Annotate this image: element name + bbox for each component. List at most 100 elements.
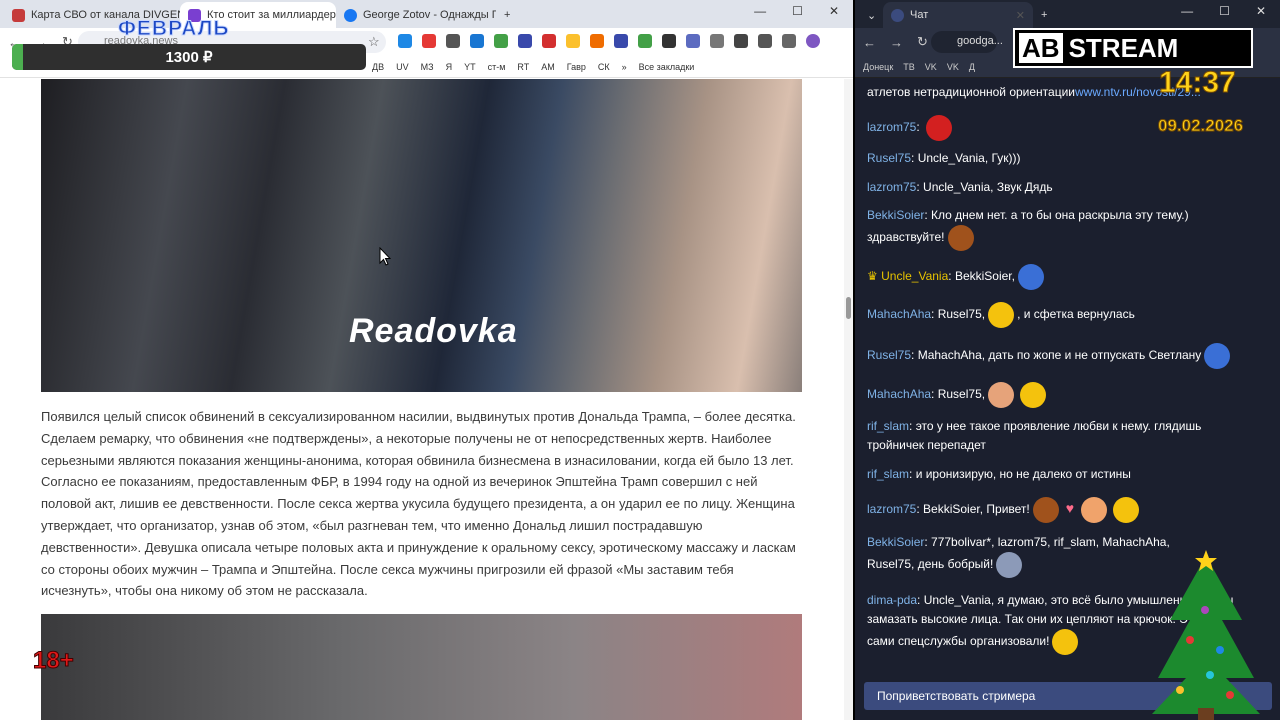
cat-emoji-icon xyxy=(996,552,1023,578)
mouse-cursor-icon xyxy=(379,247,391,266)
tab-list-button[interactable]: ⌄ xyxy=(859,2,883,28)
apple-emoji-icon xyxy=(926,115,953,141)
bookmark-item[interactable]: ТВ xyxy=(903,62,915,72)
bookmark-item[interactable]: UV xyxy=(396,62,409,72)
chat-nick[interactable]: rif_slam xyxy=(867,467,909,481)
chat-nick[interactable]: rif_slam xyxy=(867,419,909,433)
chat-nick[interactable]: MahachAha xyxy=(867,307,931,321)
donation-amount: 1300 ₽ xyxy=(165,49,213,66)
chat-nick[interactable]: Uncle_Vania xyxy=(881,269,948,283)
close-window-icon[interactable]: ✕ xyxy=(829,4,839,18)
chat-nick[interactable]: lazrom75 xyxy=(867,120,916,134)
bookmark-item[interactable]: ДВ xyxy=(372,62,384,72)
bookmark-item[interactable]: АМ xyxy=(541,62,555,72)
bookmark-item[interactable]: YT xyxy=(464,62,476,72)
extension-icon[interactable] xyxy=(494,34,508,48)
bookmark-item[interactable]: RT xyxy=(517,62,529,72)
new-tab-button[interactable]: + xyxy=(496,2,518,28)
extension-icon[interactable] xyxy=(638,34,652,48)
search-icon xyxy=(891,8,904,22)
heart-icon: ♥ xyxy=(1065,500,1075,517)
extension-icon[interactable] xyxy=(662,34,676,48)
chat-message: MahachAha: Rusel75,, и сфетка вернулась xyxy=(867,302,1237,328)
bookmark-item[interactable]: Донецк xyxy=(863,62,893,72)
article-photo-2 xyxy=(41,614,802,720)
extension-icon[interactable] xyxy=(782,34,796,48)
extension-icon[interactable] xyxy=(398,34,412,48)
maximize-icon[interactable]: ☐ xyxy=(792,4,803,18)
bookmark-item[interactable]: СК xyxy=(598,62,610,72)
window-controls: — ☐ ✕ xyxy=(754,4,853,18)
chat-nick[interactable]: MahachAha xyxy=(867,387,931,401)
kiss-emoji-icon xyxy=(1113,497,1140,523)
bookmark-item[interactable]: Д xyxy=(969,62,975,72)
extension-icon[interactable] xyxy=(446,34,460,48)
chat-nick[interactable]: lazrom75 xyxy=(867,502,916,516)
bookmark-star-icon[interactable]: ☆ xyxy=(368,34,380,50)
chat-nick[interactable]: dima-pda xyxy=(867,593,917,607)
stream-brand-logo: AB STREAM xyxy=(1013,28,1253,68)
chevron-right-icon[interactable]: » xyxy=(622,62,627,72)
key-icon[interactable] xyxy=(734,34,748,48)
extension-icon[interactable] xyxy=(518,34,532,48)
url-text: goodga... xyxy=(957,35,1003,47)
chat-nick[interactable]: BekkiSoier xyxy=(867,208,924,222)
new-tab-button[interactable]: + xyxy=(1033,2,1055,28)
back-icon[interactable]: ← xyxy=(863,35,876,50)
puzzle-icon[interactable] xyxy=(710,34,724,48)
extension-icon[interactable] xyxy=(422,34,436,48)
bookmark-item[interactable]: Я xyxy=(446,62,453,72)
chat-message: rif_slam: это у нее такое проявление люб… xyxy=(867,419,1202,452)
donation-month: ФЕВРАЛЬ xyxy=(118,17,230,41)
overlay-clock: 14:37 xyxy=(1159,66,1237,99)
chat-nick[interactable]: lazrom75 xyxy=(867,180,916,194)
cat-emoji-icon xyxy=(1081,497,1108,523)
article-paragraph: Появился целый список обвинений в сексуа… xyxy=(41,409,796,599)
article-photo: Readovka xyxy=(41,79,802,392)
laughing-emoji-icon xyxy=(988,302,1015,328)
readovka-logo: Readovka xyxy=(349,312,518,350)
bookmark-item[interactable]: VK xyxy=(925,62,937,72)
tab-chat[interactable]: Чат ✕ xyxy=(883,2,1033,28)
chat-nick[interactable]: Rusel75 xyxy=(867,151,911,165)
all-bookmarks[interactable]: Все закладки xyxy=(639,62,695,72)
chat-message: lazrom75: Uncle_Vania, Звук Дядь xyxy=(867,180,1053,194)
scrollbar[interactable] xyxy=(844,79,853,720)
bookmark-item[interactable]: МЗ xyxy=(421,62,434,72)
extension-icon[interactable] xyxy=(470,34,484,48)
chat-message: ♛ Uncle_Vania: BekkiSoier, xyxy=(867,264,1237,290)
close-icon[interactable]: ✕ xyxy=(1016,9,1025,22)
sailor-emoji-icon xyxy=(1017,264,1044,290)
chat-message: rif_slam: и иронизирую, но не далеко от … xyxy=(867,467,1131,481)
bookmark-item[interactable]: ст-м xyxy=(488,62,506,72)
chat-nick[interactable]: Rusel75 xyxy=(867,348,911,362)
maximize-icon[interactable]: ☐ xyxy=(1219,4,1230,18)
facepalm-emoji-icon xyxy=(988,382,1015,408)
forward-icon[interactable]: → xyxy=(890,35,903,50)
scrollbar-thumb[interactable] xyxy=(846,297,851,319)
link-icon[interactable] xyxy=(758,34,772,48)
extension-icon[interactable] xyxy=(542,34,556,48)
extension-icon[interactable] xyxy=(686,34,700,48)
donation-goal-widget: ФЕВРАЛЬ 1300 ₽ xyxy=(12,17,366,73)
profile-avatar[interactable] xyxy=(806,34,820,48)
beaver-emoji-icon xyxy=(947,225,974,251)
laughing-emoji-icon xyxy=(1020,382,1047,408)
extensions-bar xyxy=(398,34,820,48)
page-content: Readovka Появился целый список обвинений… xyxy=(0,79,844,720)
sailor-emoji-icon xyxy=(1204,343,1231,369)
bookmark-item[interactable]: Гавр xyxy=(567,62,586,72)
extension-icon[interactable] xyxy=(614,34,628,48)
close-window-icon[interactable]: ✕ xyxy=(1256,4,1266,18)
thinking-emoji-icon xyxy=(1052,629,1079,655)
window-controls: — ☐ ✕ xyxy=(1181,4,1280,18)
chat-message: lazrom75: BekkiSoier, Привет! ♥ xyxy=(867,497,1237,523)
extension-icon[interactable] xyxy=(566,34,580,48)
reload-icon[interactable]: ↻ xyxy=(917,34,928,50)
minimize-icon[interactable]: — xyxy=(1181,4,1193,18)
minimize-icon[interactable]: — xyxy=(754,4,766,18)
extension-icon[interactable] xyxy=(590,34,604,48)
bookmark-item[interactable]: VK xyxy=(947,62,959,72)
chat-nick[interactable]: BekkiSoier xyxy=(867,535,924,549)
overlay-date: 09.02.2026 xyxy=(1157,116,1244,136)
